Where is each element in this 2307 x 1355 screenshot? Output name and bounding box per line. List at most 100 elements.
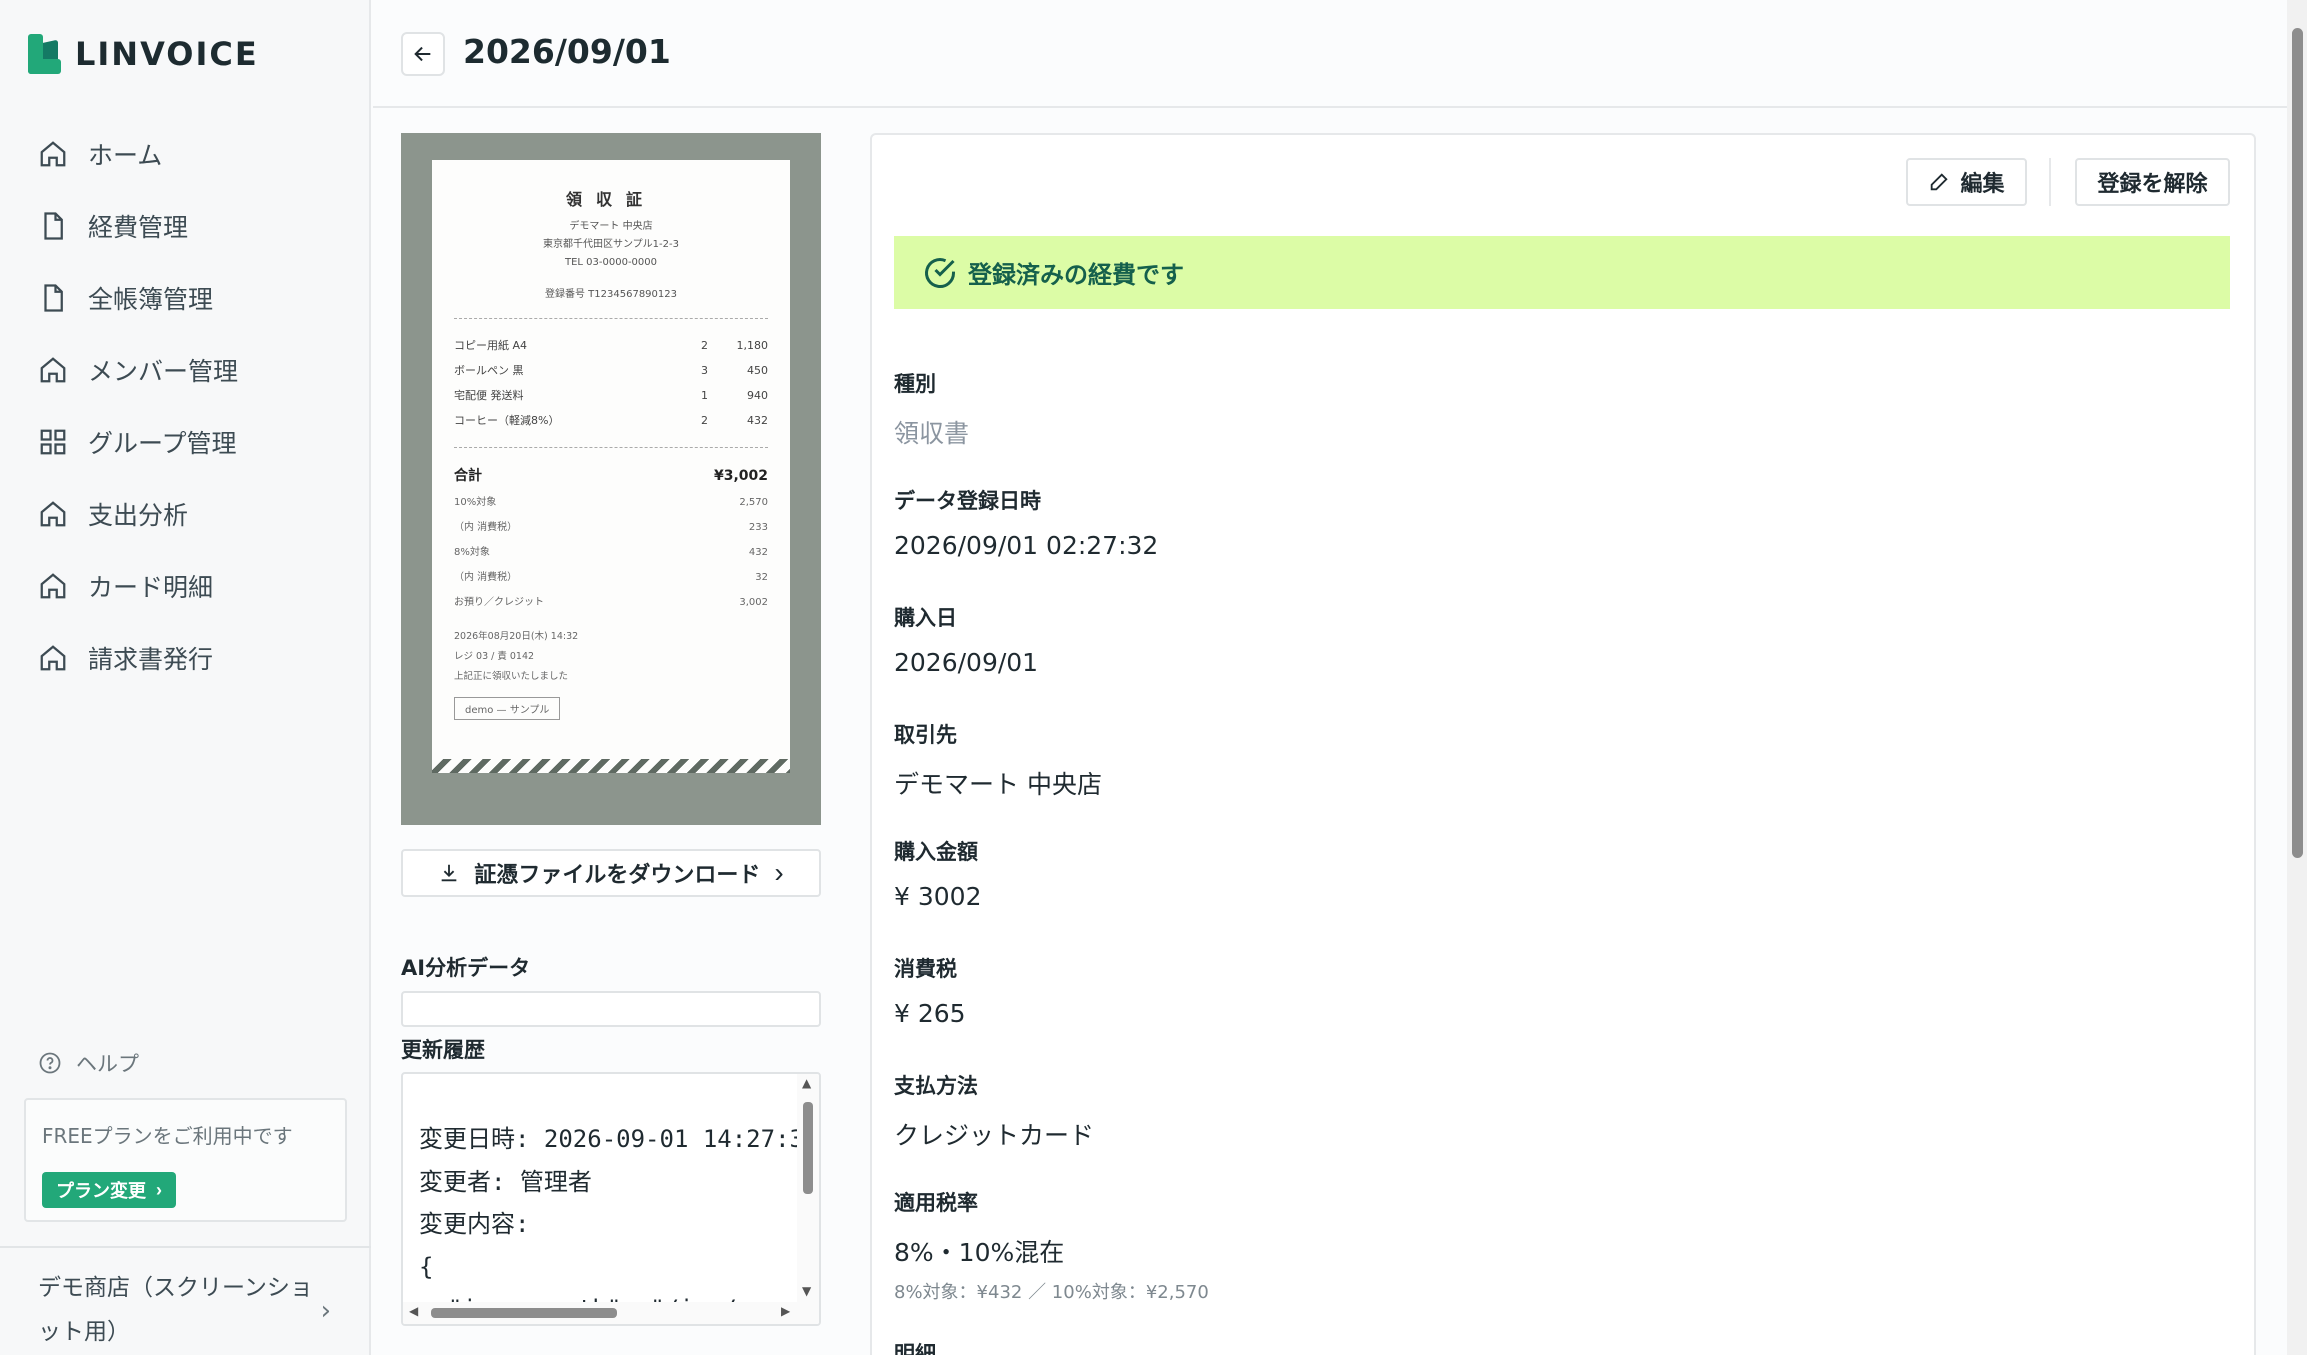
check-circle-icon [925,257,955,288]
sidebar-item-label: メンバー管理 [88,357,239,386]
back-button[interactable] [401,32,445,76]
sidebar-item-label: 全帳簿管理 [88,285,214,314]
field-value-purchase-date: 2026/09/01 [894,648,1039,677]
expense-detail-card [870,133,2256,1355]
sidebar-item-invoices[interactable]: 請求書発行 [38,622,348,694]
receipt-line: コピー用紙 A4 2 1,180 [454,339,768,352]
sidebar: LINVOICE ホーム 経費管理 全帳簿管理 メンバー管理 グループ管理 支出… [0,0,371,1355]
sidebar-item-label: カード明細 [88,573,214,602]
sidebar-item-label: ホーム [88,141,163,170]
receipt-breakdown: （内 消費税） 32 [454,572,768,583]
scroll-thumb[interactable] [803,1102,813,1194]
store-switcher[interactable]: デモ商店（スクリーンショット用） › [0,1246,371,1355]
receipt-store: デモマート 中央店 [569,221,653,232]
sidebar-item-label: 経費管理 [88,213,189,242]
receipt-line: コーヒー（軽減8%） 2 432 [454,414,768,427]
receipt-address: 東京都千代田区サンプル1-2-3 [542,239,679,250]
receipt-image: 領収証 デモマート 中央店 東京都千代田区サンプル1-2-3 TEL 03-00… [432,160,790,773]
field-label-tax-rate: 適用税率 [894,1191,978,1215]
field-label-tax: 消費税 [894,957,957,981]
scroll-left-icon[interactable]: ◀ [409,1304,418,1318]
home-icon [40,573,66,599]
receipt-footer: 2026年08月20日(木) 14:32 レジ 03 / 責 0142 上記正に… [454,631,579,682]
sidebar-item-ledgers[interactable]: 全帳簿管理 [38,262,348,334]
history-text: 変更日時: 2026-09-01 14:27:32 変更者: 管理者 変更内容:{ … [419,1125,819,1323]
sidebar-item-card-statements[interactable]: カード明細 [38,550,348,622]
history-vertical-scrollbar[interactable]: ▲ ▼ [797,1074,819,1304]
field-label-registered-at: データ登録日時 [894,489,1041,513]
field-value-type: 領収書 [894,419,970,448]
arrow-left-icon [414,46,431,62]
help-icon [39,1052,61,1074]
plan-box: FREEプランをご利用中です プラン変更 › [24,1098,347,1222]
field-value-amount: ¥ 3002 [894,882,982,911]
receipt-breakdown: 10%対象 2,570 [454,497,768,508]
receipt-total: 合計 ¥3,002 [454,468,768,484]
field-value-vendor: デモマート 中央店 [894,770,1102,799]
page-title: 2026/09/01 [463,32,671,71]
page-scrollbar[interactable] [2287,0,2307,1355]
status-text: 登録済みの経費です [968,261,1184,289]
sidebar-nav: ホーム 経費管理 全帳簿管理 メンバー管理 グループ管理 支出分析 カード明細 [38,118,348,694]
status-banner: 登録済みの経費です [894,236,2230,309]
receipt-stamp: demo — サンプル [454,697,561,720]
sidebar-item-expenses[interactable]: 経費管理 [38,190,348,262]
receipt-breakdown: 8%対象 432 [454,547,768,558]
history-horizontal-scrollbar[interactable]: ◀ ▶ [403,1302,819,1324]
receipt-line: ボールペン 黒 3 450 [454,364,768,377]
receipt-edge [432,759,790,773]
plan-change-label: プラン変更 [56,1181,146,1201]
sidebar-item-analysis[interactable]: 支出分析 [38,478,348,550]
download-label: 証憑ファイルをダウンロード [474,862,761,887]
page-header: 2026/09/01 [373,0,2287,108]
field-label-line-items: 明細 [894,1342,936,1355]
field-label-amount: 購入金額 [894,840,978,864]
sidebar-item-members[interactable]: メンバー管理 [38,334,348,406]
receipt-title: 領収証 [565,190,656,209]
field-value-registered-at: 2026/09/01 02:27:32 [894,531,1159,560]
button-divider [2049,158,2051,206]
receipt-breakdown: お預り／クレジット 3,002 [454,597,768,608]
ai-data-box[interactable] [401,991,821,1027]
logo-icon [28,34,61,74]
sidebar-item-label: 支出分析 [88,501,189,530]
history-label: 更新履歴 [401,1038,485,1062]
page-scroll-thumb[interactable] [2292,28,2303,858]
sidebar-item-label: 請求書発行 [88,645,214,674]
field-label-type: 種別 [894,372,936,396]
edit-button[interactable]: 編集 [1906,158,2027,206]
home-icon [40,141,66,167]
store-name: デモ商店（スクリーンショット用） [38,1275,313,1345]
scroll-down-icon[interactable]: ▼ [802,1284,811,1298]
home-icon [40,357,66,383]
receipt-breakdown: （内 消費税） 233 [454,522,768,533]
help-label: ヘルプ [76,1052,139,1076]
field-value-payment-method: クレジットカード [894,1121,1095,1150]
scroll-right-icon[interactable]: ▶ [781,1304,790,1318]
download-evidence-button[interactable]: 証憑ファイルをダウンロード › [401,849,821,897]
app-logo[interactable]: LINVOICE [28,34,259,74]
edit-label: 編集 [1960,171,2005,196]
chevron-right-icon: › [320,1296,331,1326]
scroll-up-icon[interactable]: ▲ [802,1076,811,1090]
field-label-vendor: 取引先 [894,723,957,747]
unregister-button[interactable]: 登録を解除 [2075,158,2230,206]
receipt-tel: TEL 03-0000-0000 [564,257,658,268]
download-icon [441,864,457,882]
scroll-thumb[interactable] [431,1308,617,1318]
history-box[interactable]: 変更日時: 2026-09-01 14:27:32 変更者: 管理者 変更内容:{ … [401,1072,821,1326]
receipt-reg-no: 登録番号 T1234567890123 [545,289,677,300]
grid-icon [40,429,66,455]
receipt-line: 宅配便 発送料 1 940 [454,389,768,402]
chevron-right-icon: › [774,857,784,888]
ai-data-label: AI分析データ [401,956,531,980]
sidebar-item-label: グループ管理 [88,429,237,458]
plan-change-button[interactable]: プラン変更 › [42,1172,176,1208]
field-value-tax-rate: 8%・10%混在 [894,1238,1065,1267]
sidebar-item-groups[interactable]: グループ管理 [38,406,348,478]
plan-status-text: FREEプランをご利用中です [42,1124,293,1148]
tax-rate-note: 8%対象：¥432 ／ 10%対象：¥2,570 [894,1282,1209,1303]
help-link[interactable]: ヘルプ [38,1048,139,1078]
sidebar-item-home[interactable]: ホーム [38,118,348,190]
pencil-icon [1931,173,1949,191]
